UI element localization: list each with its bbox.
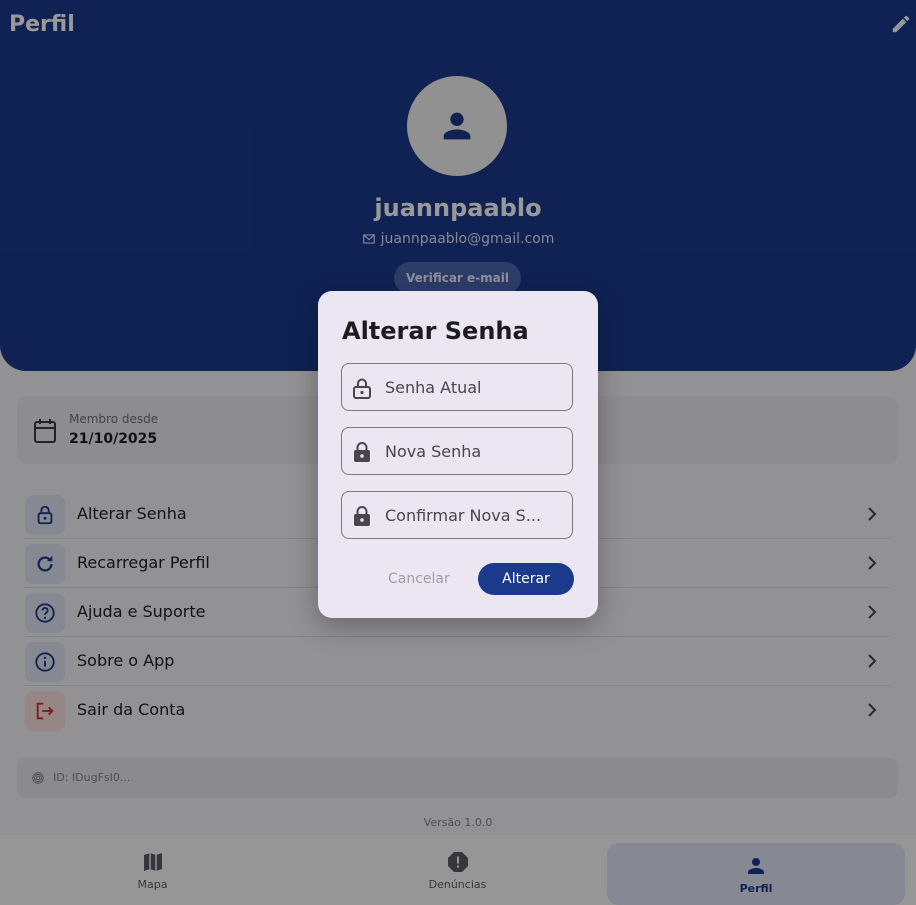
- new-password-field[interactable]: [341, 427, 573, 475]
- dialog-title: Alterar Senha: [342, 317, 529, 345]
- new-password-input[interactable]: [385, 428, 560, 474]
- lock-open-icon: [353, 378, 371, 399]
- confirm-password-field[interactable]: [341, 491, 573, 539]
- current-password-input[interactable]: [385, 364, 560, 410]
- change-password-button[interactable]: Alterar: [478, 563, 574, 595]
- cancel-button[interactable]: Cancelar: [388, 563, 450, 595]
- lock-icon: [354, 506, 370, 526]
- confirm-password-input[interactable]: [385, 492, 560, 538]
- lock-icon: [354, 442, 370, 462]
- change-password-dialog: Alterar Senha Cancelar Alterar: [318, 291, 598, 618]
- current-password-field[interactable]: [341, 363, 573, 411]
